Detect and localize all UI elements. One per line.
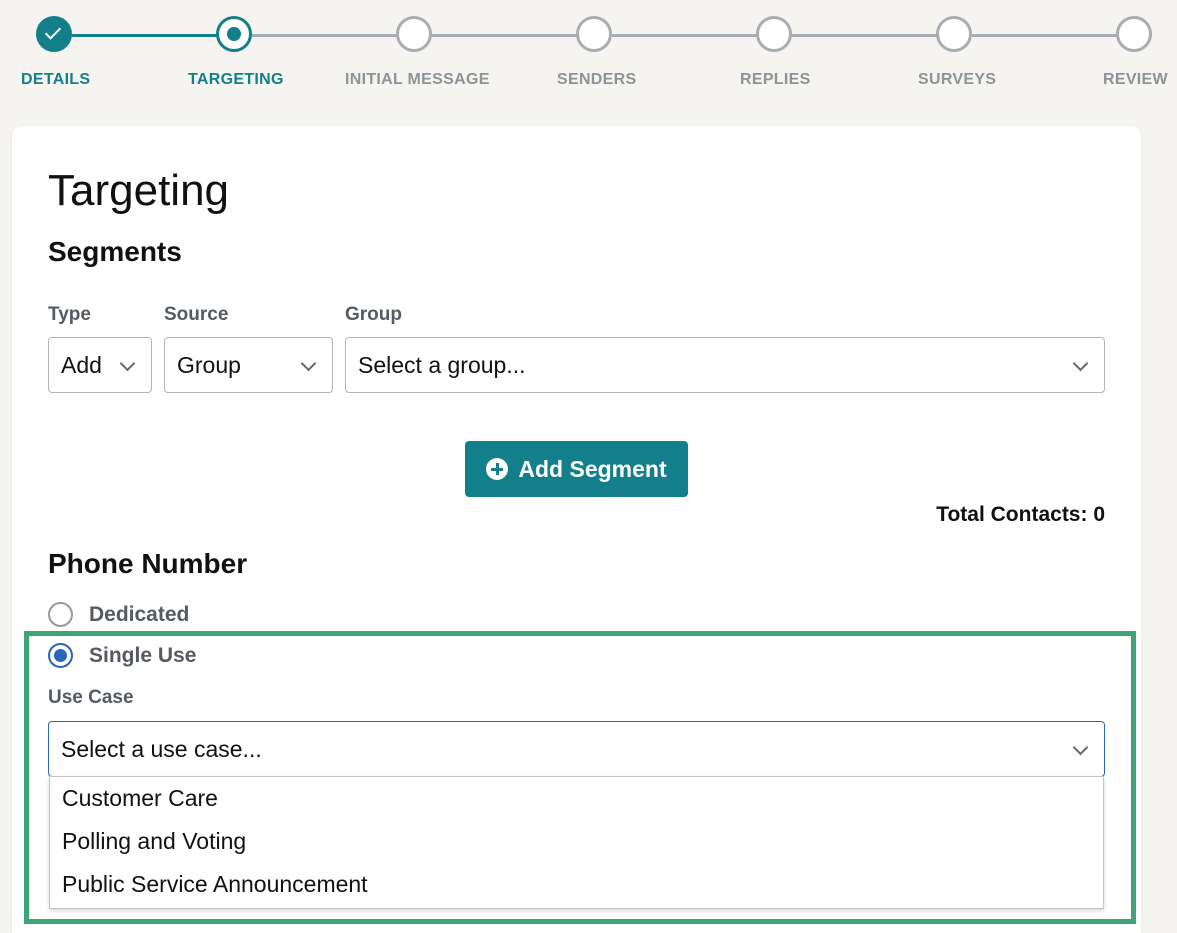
radio-button[interactable] [48,602,73,627]
plus-circle-icon [486,458,509,480]
progress-stepper: DETAILS TARGETING INITIAL MESSAGE SENDER… [0,0,1177,110]
page-title: Targeting [48,166,230,215]
check-icon [44,23,62,40]
type-select[interactable]: Add [48,337,152,393]
type-label: Type [48,304,91,325]
use-case-select-placeholder: Select a use case... [61,735,262,762]
step-initial-message-label[interactable]: INITIAL MESSAGE [345,71,490,89]
use-case-option-customer-care[interactable]: Customer Care [50,777,1103,820]
step-surveys-label[interactable]: SURVEYS [918,71,996,89]
step-review-indicator[interactable] [1116,16,1152,52]
step-review-label[interactable]: REVIEW [1103,71,1168,89]
stepper-connector [252,34,398,37]
radio-dedicated[interactable]: Dedicated [48,602,189,627]
chevron-down-icon [1072,739,1089,756]
current-step-dot-icon [227,27,241,41]
radio-single-use-label: Single Use [89,643,197,667]
step-replies-indicator[interactable] [756,16,792,52]
step-targeting-indicator[interactable] [216,16,252,52]
chevron-down-icon [1072,355,1089,372]
chevron-down-icon [300,355,317,372]
step-details-label[interactable]: DETAILS [21,71,90,89]
use-case-select[interactable]: Select a use case... [48,721,1105,777]
source-select[interactable]: Group [164,337,333,393]
group-label: Group [345,304,402,325]
source-label: Source [164,304,229,325]
stepper-connector [972,34,1118,37]
add-segment-button[interactable]: Add Segment [465,441,688,497]
total-contacts: Total Contacts: 0 [936,503,1105,526]
type-select-value: Add [61,351,102,378]
use-case-dropdown-menu: Customer Care Polling and Voting Public … [49,776,1104,909]
phone-number-heading: Phone Number [48,548,248,579]
group-select[interactable]: Select a group... [345,337,1105,393]
radio-button-selected[interactable] [48,643,73,668]
step-senders-label[interactable]: SENDERS [557,71,636,89]
use-case-label: Use Case [48,687,134,708]
add-segment-label: Add Segment [518,455,667,482]
step-senders-indicator[interactable] [576,16,612,52]
step-replies-label[interactable]: REPLIES [740,71,811,89]
step-targeting-label[interactable]: TARGETING [188,71,284,89]
step-surveys-indicator[interactable] [936,16,972,52]
source-select-value: Group [177,351,241,378]
stepper-connector [432,34,578,37]
use-case-option-polling-voting[interactable]: Polling and Voting [50,820,1103,863]
chevron-down-icon [119,355,136,372]
radio-dedicated-label: Dedicated [89,602,190,626]
segments-heading: Segments [48,236,182,267]
use-case-option-psa[interactable]: Public Service Announcement [50,863,1103,906]
step-initial-message-indicator[interactable] [396,16,432,52]
step-details-indicator[interactable] [36,16,72,52]
stepper-connector [72,34,218,37]
stepper-connector [792,34,938,37]
radio-single-use[interactable]: Single Use [48,643,196,668]
group-select-placeholder: Select a group... [358,351,526,378]
stepper-connector [612,34,758,37]
